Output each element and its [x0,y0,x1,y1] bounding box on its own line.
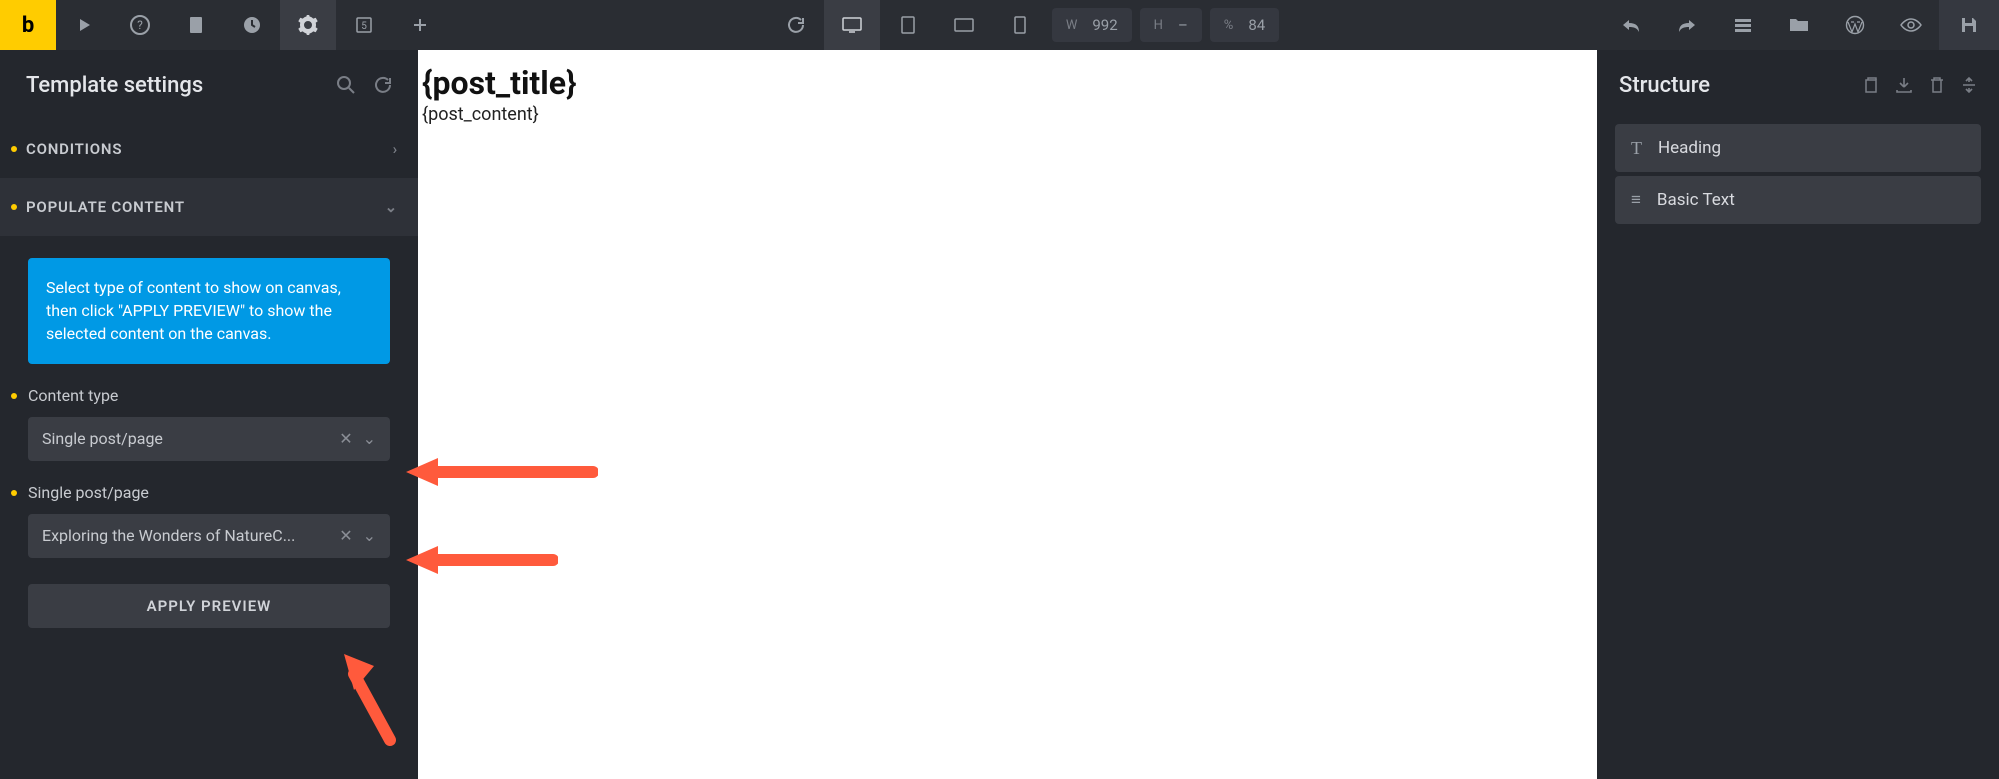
mobile-icon[interactable] [992,0,1048,50]
html5-icon[interactable]: 5 [336,0,392,50]
reload-icon[interactable] [768,0,824,50]
width-input[interactable]: W992 [1052,8,1132,42]
wordpress-icon[interactable] [1827,0,1883,50]
collapse-icon[interactable] [1961,76,1977,94]
eye-icon[interactable] [1883,0,1939,50]
right-panel: Structure T Heading ≡ Basic Text [1597,50,1999,779]
copy-icon[interactable] [1863,76,1879,94]
section-conditions[interactable]: CONDITIONS › [0,120,418,178]
lines-icon: ≡ [1631,190,1641,210]
top-toolbar: b ? 5 W992 H– %84 [0,0,1999,50]
svg-text:5: 5 [361,21,367,32]
chevron-down-icon: ⌄ [363,429,376,448]
post-title-placeholder: {post_title} [418,50,1597,102]
help-icon[interactable]: ? [112,0,168,50]
play-icon[interactable] [56,0,112,50]
single-post-field: Single post/page Exploring the Wonders o… [28,483,390,558]
clock-icon[interactable] [224,0,280,50]
chevron-down-icon: ⌄ [363,526,376,545]
document-icon[interactable] [168,0,224,50]
download-icon[interactable] [1895,76,1913,94]
zoom-input[interactable]: %84 [1210,8,1279,42]
section-populate-content[interactable]: POPULATE CONTENT ⌄ [0,178,418,236]
right-panel-header: Structure [1597,50,1999,120]
undo-icon[interactable] [1603,0,1659,50]
left-panel-title: Template settings [26,73,318,98]
structure-item-basic-text[interactable]: ≡ Basic Text [1615,176,1981,224]
save-button[interactable] [1939,0,1999,50]
clear-icon[interactable]: ✕ [339,429,352,448]
left-panel-header: Template settings [0,50,418,120]
indicator-dot [11,490,17,496]
content-type-field: Content type Single post/page ✕ ⌄ [28,386,390,461]
post-content-placeholder: {post_content} [418,102,1597,125]
single-post-select[interactable]: Exploring the Wonders of NatureC... ✕ ⌄ [28,514,390,558]
clear-icon[interactable]: ✕ [339,526,352,545]
logo-button[interactable]: b [0,0,56,50]
indicator-dot [11,393,17,399]
chevron-right-icon: › [393,140,398,158]
indicator-dot [11,204,17,210]
search-icon[interactable] [336,75,356,95]
indicator-dot [11,146,17,152]
info-callout: Select type of content to show on canvas… [28,258,390,364]
single-post-label: Single post/page [28,483,390,502]
redo-icon[interactable] [1659,0,1715,50]
structure-item-heading[interactable]: T Heading [1615,124,1981,172]
populate-section-body: Select type of content to show on canvas… [0,236,418,662]
settings-icon[interactable] [280,0,336,50]
chevron-down-icon: ⌄ [385,198,398,216]
right-panel-title: Structure [1619,73,1847,98]
trash-icon[interactable] [1929,76,1945,94]
content-type-label: Content type [28,386,390,405]
text-icon: T [1631,138,1642,159]
svg-text:?: ? [137,18,143,32]
apply-preview-button[interactable]: APPLY PREVIEW [28,584,390,628]
folder-icon[interactable] [1771,0,1827,50]
desktop-icon[interactable] [824,0,880,50]
tablet-portrait-icon[interactable] [880,0,936,50]
left-panel: Template settings CONDITIONS › POPULATE … [0,50,418,779]
refresh-icon[interactable] [374,76,392,94]
height-input[interactable]: H– [1140,8,1202,42]
content-type-select[interactable]: Single post/page ✕ ⌄ [28,417,390,461]
tablet-landscape-icon[interactable] [936,0,992,50]
add-icon[interactable] [392,0,448,50]
canvas-area[interactable]: {post_title} {post_content} [418,50,1597,779]
layers-icon[interactable] [1715,0,1771,50]
